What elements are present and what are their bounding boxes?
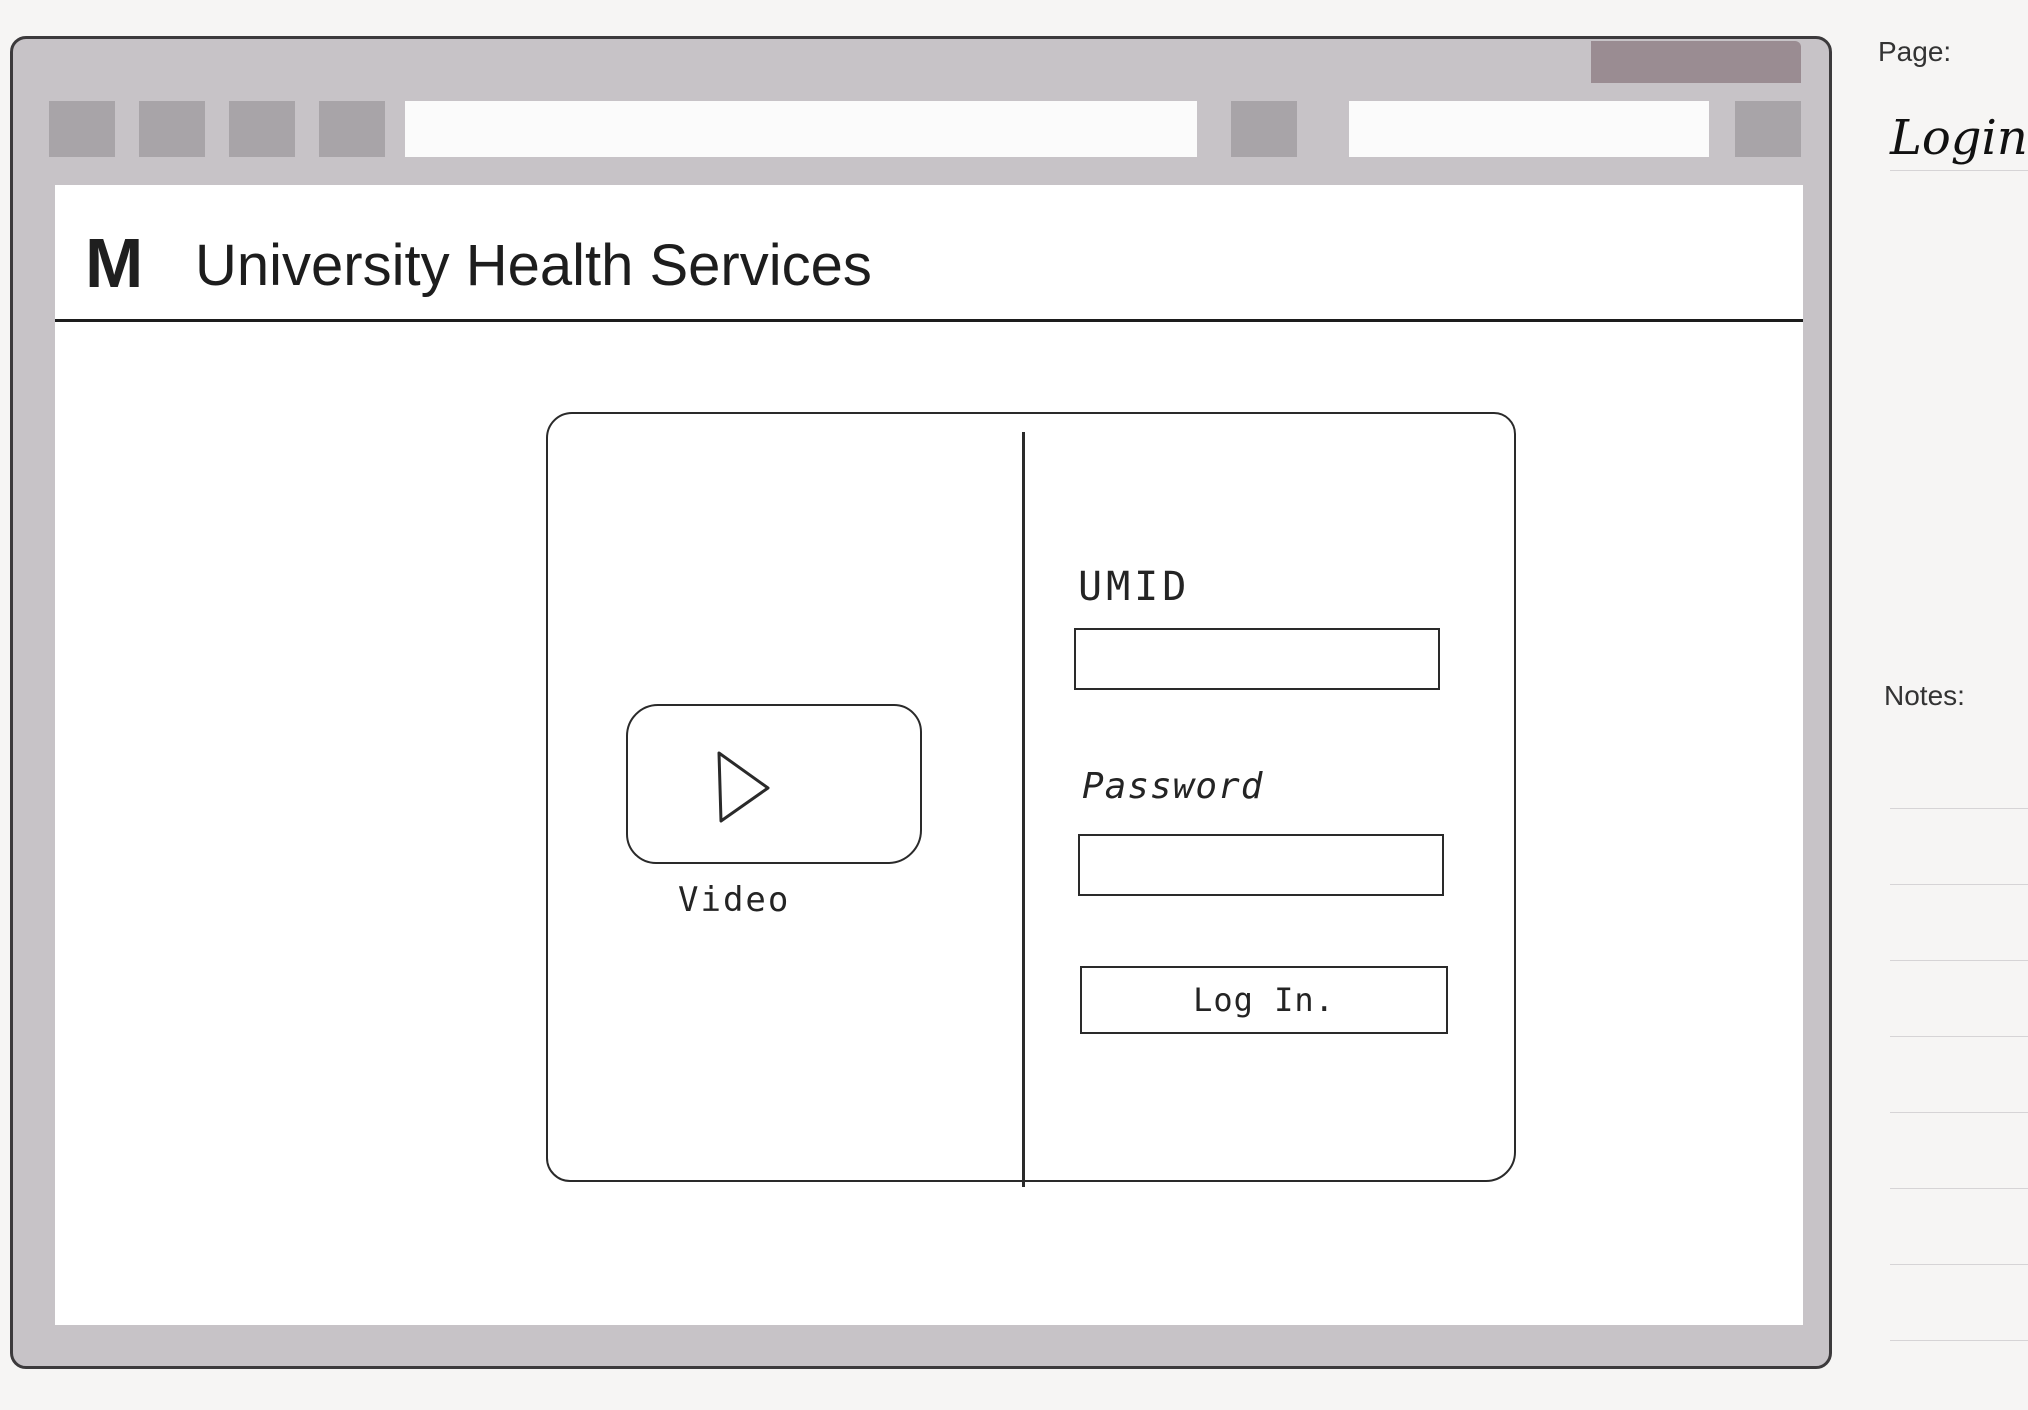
notes-line: [1890, 1264, 2028, 1265]
umid-input[interactable]: [1074, 628, 1440, 690]
refresh-button[interactable]: [229, 101, 295, 157]
notes-label: Notes:: [1884, 680, 1965, 711]
notes-line: [1890, 808, 2028, 809]
menu-button[interactable]: [1735, 101, 1801, 157]
login-card: Video UMID Password Log In.: [546, 412, 1516, 1187]
login-button[interactable]: Log In.: [1080, 966, 1448, 1034]
umid-label: UMID: [1078, 564, 1191, 610]
video-player[interactable]: [626, 704, 922, 864]
go-button[interactable]: [1231, 101, 1297, 157]
page-name: Login.: [1890, 110, 2028, 166]
university-logo[interactable]: M: [85, 225, 143, 301]
browser-search-bar[interactable]: [1349, 101, 1709, 157]
notes-line: [1890, 1036, 2028, 1037]
header-divider: [55, 319, 1803, 322]
notes-line: [1890, 960, 2028, 961]
site-title: University Health Services: [195, 233, 872, 298]
notes-line: [1890, 1112, 2028, 1113]
back-button[interactable]: [49, 101, 115, 157]
page-underline: [1890, 170, 2028, 171]
site-header: M University Health Services: [55, 185, 1803, 325]
card-divider: [1022, 432, 1025, 1187]
home-button[interactable]: [319, 101, 385, 157]
address-bar[interactable]: [405, 101, 1197, 157]
forward-button[interactable]: [139, 101, 205, 157]
notes-line: [1890, 1188, 2028, 1189]
password-label: Password: [1082, 766, 1264, 807]
window-control-bar[interactable]: [1591, 41, 1801, 83]
page-label: Page:: [1878, 36, 1952, 67]
video-label: Video: [678, 880, 791, 920]
notes-line: [1890, 1340, 2028, 1341]
password-input[interactable]: [1078, 834, 1444, 896]
play-icon[interactable]: [716, 750, 772, 824]
notes-line: [1890, 884, 2028, 885]
